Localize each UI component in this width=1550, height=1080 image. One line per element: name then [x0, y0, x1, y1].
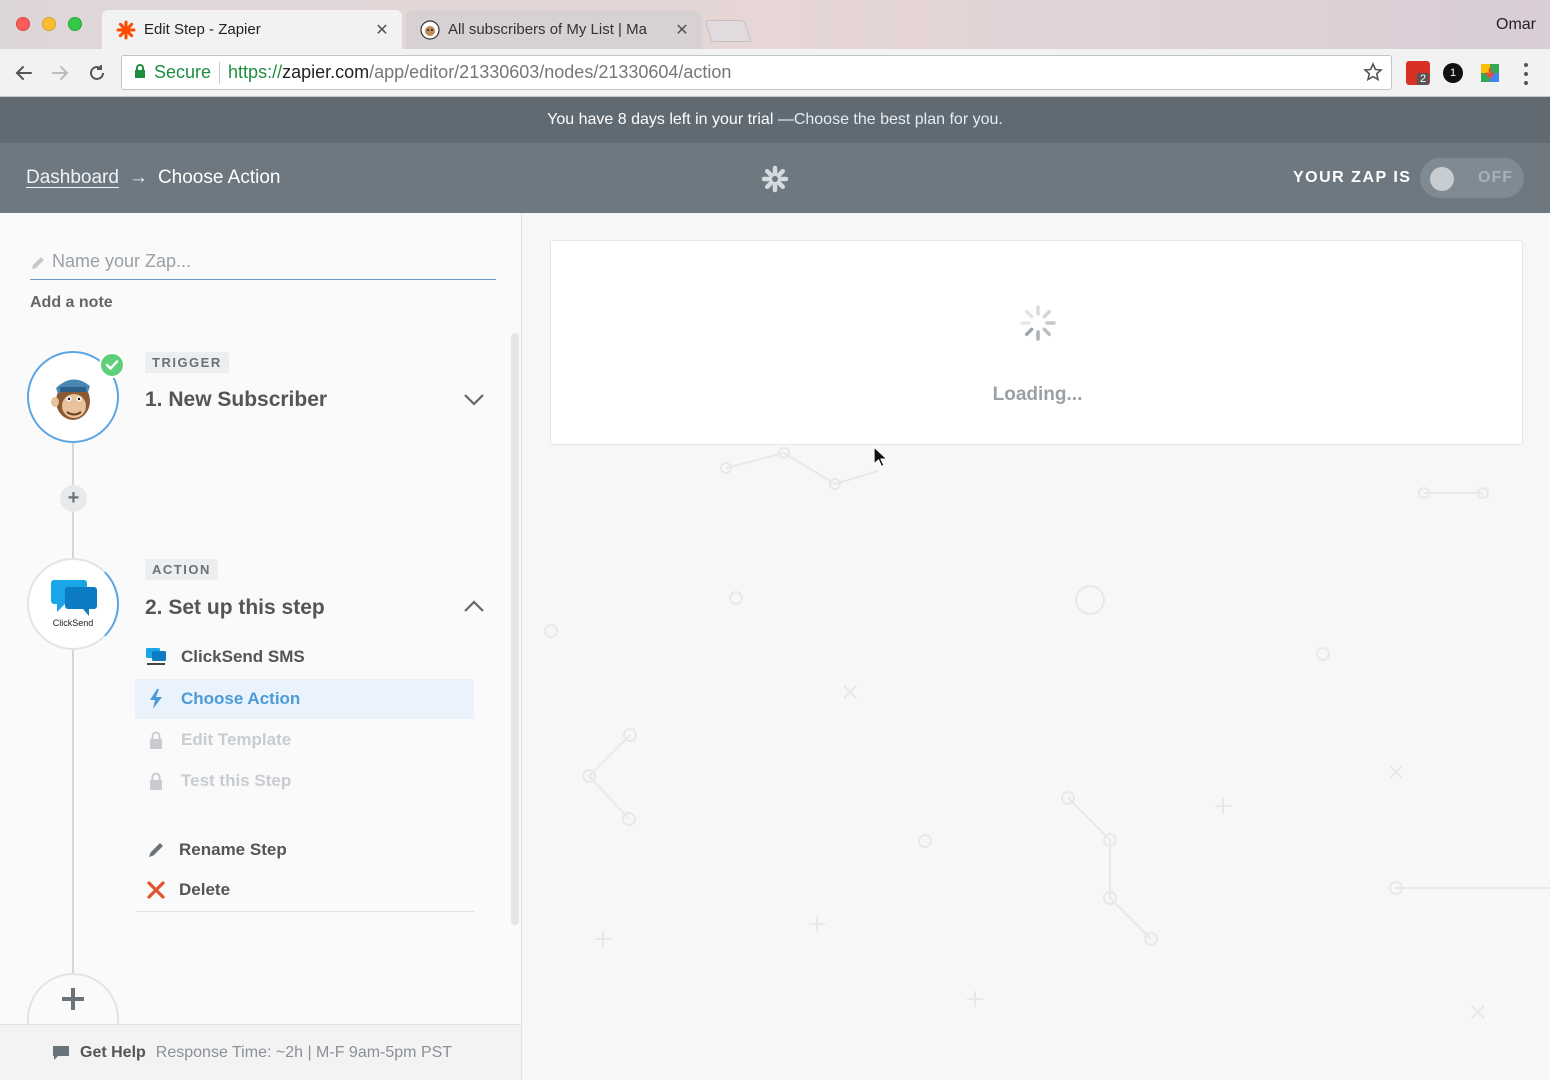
maximize-window-button[interactable]	[68, 17, 82, 31]
substep-label: Edit Template	[181, 730, 292, 749]
step-complete-check-icon	[99, 352, 125, 378]
zapier-asterisk-icon	[116, 20, 136, 40]
breadcrumb-arrow: →	[128, 167, 148, 188]
mailchimp-icon	[420, 19, 440, 40]
back-arrow-icon[interactable]	[10, 59, 38, 87]
zap-name-field-wrapper	[30, 251, 496, 280]
mailchimp-icon	[51, 379, 90, 420]
step-connector-line	[72, 648, 74, 973]
toggle-state-label: OFF	[1478, 169, 1513, 186]
lightning-bolt-icon	[145, 688, 167, 710]
get-help-link[interactable]: Get Help	[80, 1044, 146, 1062]
toggle-knob	[1430, 167, 1454, 191]
url-path: /app/editor/21330603/nodes/21330604/acti…	[369, 62, 732, 82]
close-window-button[interactable]	[16, 17, 30, 31]
new-tab-button[interactable]	[704, 20, 752, 42]
step-connector-line	[72, 441, 74, 485]
forward-arrow-icon[interactable]	[46, 59, 74, 87]
pencil-icon	[30, 255, 46, 271]
onepassword-extension-icon[interactable]: 1	[1443, 63, 1463, 83]
trigger-tag: TRIGGER	[145, 352, 229, 373]
lock-icon	[145, 770, 167, 792]
rename-step-button[interactable]: Rename Step	[135, 830, 474, 870]
zapier-logo-icon[interactable]	[760, 164, 790, 194]
address-bar[interactable]: Secure https://zapier.com/app/editor/213…	[121, 55, 1392, 90]
chevron-down-icon[interactable]	[462, 391, 486, 407]
tab-close-icon[interactable]: ✕	[670, 20, 694, 40]
tab-title: Edit Step - Zapier	[144, 21, 261, 38]
reload-icon[interactable]	[83, 59, 111, 87]
lock-icon	[145, 729, 167, 751]
action-step-title[interactable]: 2. Set up this step	[145, 596, 325, 620]
browser-toolbar: Secure https://zapier.com/app/editor/213…	[0, 49, 1550, 97]
omnibox-divider	[219, 61, 221, 84]
breadcrumb-dashboard-link[interactable]: Dashboard	[26, 167, 119, 189]
browser-tab-bar: Edit Step - Zapier ✕ All subscribers of …	[0, 0, 1550, 49]
substep-label: Delete	[179, 880, 231, 899]
response-time-text: Response Time: ~2h | M-F 9am-5pm PST	[155, 1043, 453, 1061]
minimize-window-button[interactable]	[42, 17, 56, 31]
action-tag: ACTION	[145, 559, 218, 580]
substep-test-step: Test this Step	[135, 761, 474, 801]
substep-label: ClickSend SMS	[181, 647, 305, 666]
breadcrumb: Dashboard → Choose Action	[26, 167, 280, 189]
choose-plan-link[interactable]: Choose the best plan for you.	[794, 111, 1003, 129]
clicksend-small-icon	[145, 646, 167, 668]
mouse-cursor-icon	[873, 446, 889, 468]
substep-edit-template: Edit Template	[135, 720, 474, 760]
tab-mailchimp-subscribers[interactable]: All subscribers of My List | Ma ✕	[406, 10, 702, 49]
lock-icon	[134, 62, 146, 83]
loading-text: Loading...	[992, 384, 1083, 405]
zap-name-input[interactable]	[52, 251, 482, 272]
drive-extension-icon[interactable]	[1480, 63, 1500, 83]
editor-canvas: Loading...	[523, 213, 1550, 1080]
browser-menu-icon[interactable]	[1518, 63, 1534, 85]
step-connector-line	[72, 512, 74, 558]
trial-banner: You have 8 days left in your trial — Choo…	[0, 97, 1550, 143]
chat-bubble-icon	[52, 1045, 70, 1061]
zap-status-label: YOUR ZAP IS	[1293, 169, 1412, 186]
breadcrumb-current: Choose Action	[157, 167, 281, 188]
substep-label: Rename Step	[179, 840, 287, 859]
profile-name[interactable]: Omar	[1496, 16, 1536, 34]
clicksend-logo-text: ClickSend	[53, 618, 94, 628]
substep-label: Choose Action	[181, 689, 301, 708]
loading-spinner-icon	[1020, 305, 1056, 341]
delete-step-button[interactable]: Delete	[135, 870, 474, 910]
url-scheme: https://	[228, 62, 283, 82]
secure-label: Secure	[154, 62, 212, 82]
gmail-badge: 2	[1417, 73, 1430, 85]
delete-x-icon	[145, 879, 167, 901]
editor-header: Dashboard → Choose Action YOUR ZAP IS OF…	[0, 143, 1550, 213]
editor-sidebar: Add a note TRIGGER 1. New Subscriber +	[0, 213, 522, 1080]
tab-edit-step[interactable]: Edit Step - Zapier ✕	[102, 10, 402, 49]
get-help-bar: Get Help Response Time: ~2h | M-F 9am-5p…	[0, 1024, 521, 1080]
trigger-step-title[interactable]: 1. New Subscriber	[145, 388, 327, 412]
tab-title: All subscribers of My List | Ma	[448, 21, 647, 38]
substep-divider	[135, 911, 474, 912]
plus-icon	[62, 988, 84, 1010]
pencil-icon	[145, 839, 167, 861]
action-app-icon[interactable]: ClickSend	[27, 558, 119, 650]
clicksend-icon: ClickSend	[51, 580, 97, 628]
substep-choose-app[interactable]: ClickSend SMS	[135, 637, 474, 677]
bookmark-star-icon[interactable]	[1363, 61, 1383, 87]
zap-on-off-toggle[interactable]: OFF	[1420, 158, 1524, 198]
substep-label: Test this Step	[181, 771, 292, 790]
loading-card: Loading...	[550, 240, 1523, 445]
url-host: zapier.com	[282, 62, 370, 82]
chevron-up-icon[interactable]	[462, 598, 486, 614]
substep-choose-action[interactable]: Choose Action	[135, 679, 474, 719]
add-step-between-button[interactable]: +	[60, 485, 87, 512]
add-note-link[interactable]: Add a note	[30, 294, 113, 312]
sidebar-scrollbar[interactable]	[511, 333, 519, 925]
trial-text: You have 8 days left in your trial —	[547, 111, 794, 128]
tab-close-icon[interactable]: ✕	[370, 20, 394, 40]
